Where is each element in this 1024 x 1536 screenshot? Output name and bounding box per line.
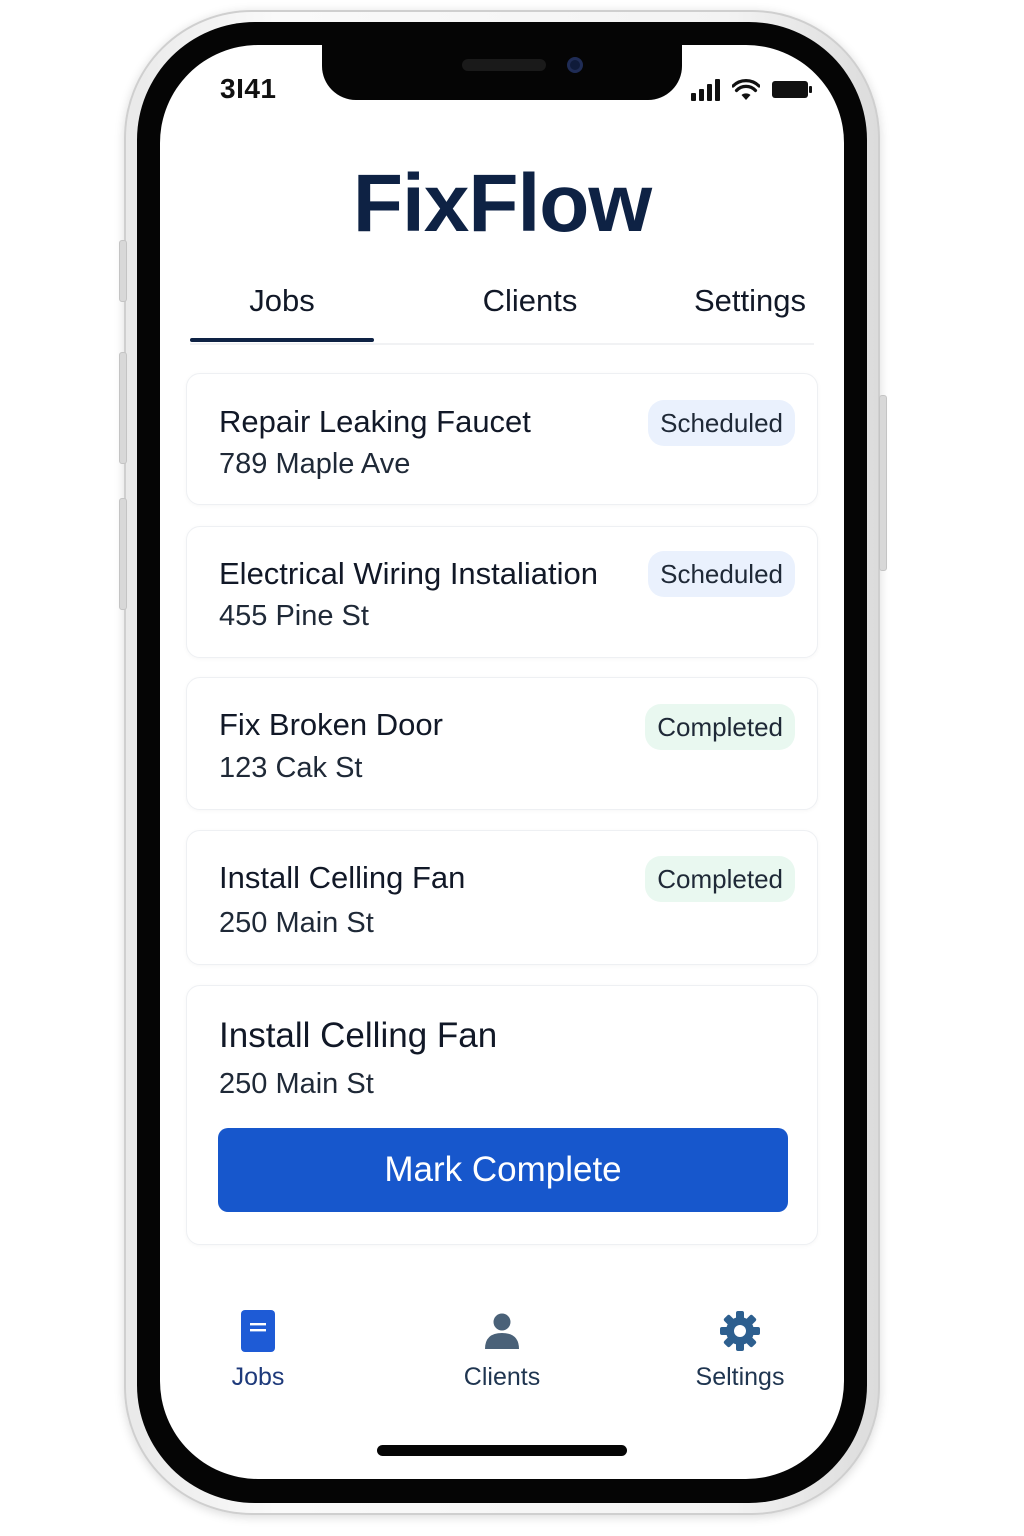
job-card[interactable]: Electrical Wiring Instaliation 455 Pine … [186, 526, 818, 658]
bottom-nav: Jobs Clients Seltings [160, 1307, 844, 1407]
power-button [879, 395, 887, 571]
status-badge: Completed [645, 704, 795, 750]
job-address: 123 Cak St [219, 752, 363, 784]
active-tab-indicator [190, 338, 374, 342]
speaker-grille [462, 59, 546, 71]
job-address: 250 Main St [219, 1068, 374, 1100]
job-address: 250 Main St [219, 907, 374, 939]
top-tabs: Jobs Clients Settings [190, 275, 814, 345]
nav-label-settings: Seltings [695, 1363, 785, 1391]
job-address: 455 Pine St [219, 600, 369, 632]
job-title: Install Celling Fan [219, 860, 466, 895]
nav-label-jobs: Jobs [231, 1363, 285, 1391]
job-title: Repair Leaking Faucet [219, 404, 531, 439]
nav-item-jobs[interactable]: Jobs [168, 1307, 348, 1392]
cellular-signal-icon [691, 79, 720, 101]
status-badge: Scheduled [648, 551, 795, 597]
status-badge: Completed [645, 856, 795, 902]
job-title: Electrical Wiring Instaliation [219, 556, 599, 591]
phone-screen: 3I41 FixFlow Jobs Clients Settings Repai… [160, 45, 844, 1479]
gear-icon [650, 1307, 830, 1355]
job-title: Fix Broken Door [219, 707, 443, 742]
status-badge: Scheduled [648, 400, 795, 446]
front-camera [567, 57, 583, 73]
tab-jobs[interactable]: Jobs [190, 283, 374, 319]
job-card[interactable]: Fix Broken Door 123 Cak St Completed [186, 677, 818, 810]
person-icon [412, 1307, 592, 1355]
job-card[interactable]: Install Celling Fan 250 Main St Complete… [186, 830, 818, 965]
app-title: FixFlow [352, 158, 652, 249]
nav-item-settings[interactable]: Seltings [650, 1307, 830, 1392]
silent-switch [119, 240, 127, 302]
battery-icon [772, 81, 812, 98]
volume-down-button [119, 498, 127, 610]
volume-up-button [119, 352, 127, 464]
wifi-icon [732, 79, 760, 100]
nav-label-clients: Clients [463, 1363, 541, 1391]
mark-complete-button[interactable]: Mark Complete [218, 1128, 788, 1212]
status-time: 3I41 [220, 73, 277, 104]
selected-job-card: Install Celling Fan 250 Main St Mark Com… [186, 985, 818, 1245]
job-title: Install Celling Fan [219, 1016, 498, 1055]
document-icon [168, 1307, 348, 1355]
home-indicator[interactable] [377, 1445, 627, 1456]
notch [322, 45, 682, 100]
tab-settings[interactable]: Settings [650, 283, 844, 319]
job-address: 789 Maple Ave [219, 448, 411, 480]
job-card[interactable]: Repair Leaking Faucet 789 Maple Ave Sche… [186, 373, 818, 505]
status-icons [691, 75, 812, 101]
tab-clients[interactable]: Clients [420, 283, 640, 319]
nav-item-clients[interactable]: Clients [412, 1307, 592, 1392]
